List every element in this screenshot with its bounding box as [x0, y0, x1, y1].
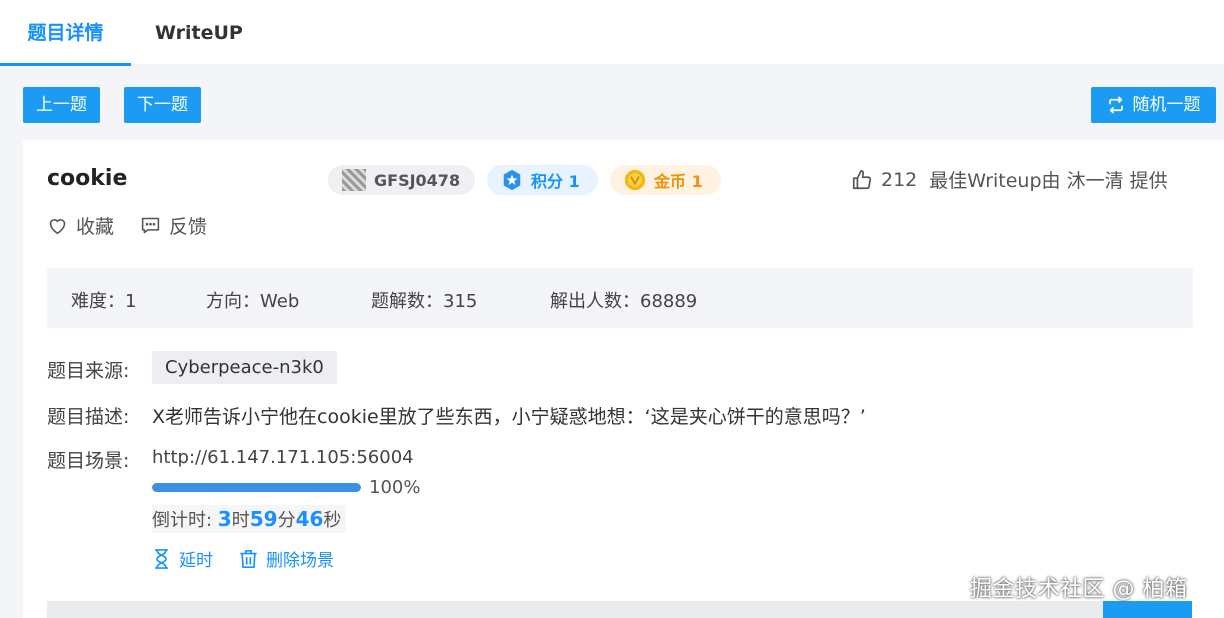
shuffle-icon [1108, 96, 1123, 114]
likes-section: 212 最佳Writeup由 沐一清 提供 [851, 166, 1168, 193]
coin-badge: 金币 1 [610, 165, 721, 195]
scene-progress-text: 100% [369, 477, 421, 498]
challenge-title: cookie [47, 166, 128, 191]
challenge-card: cookie GFSJ0478 积分 1 金币 1 212 最佳Writeup由… [23, 140, 1224, 618]
heart-icon [49, 219, 66, 235]
flag-input-field[interactable] [47, 601, 1107, 618]
trash-icon [240, 549, 257, 568]
tab-challenge-details[interactable]: 题目详情 [0, 0, 131, 66]
thumbs-up-icon[interactable] [851, 169, 873, 191]
description-text: X老师告诉小宁他在cookie里放了些东西，小宁疑惑地想：‘这是夹心饼干的意思吗… [152, 406, 866, 428]
scene-progress-fill [152, 483, 361, 492]
scene-progress-bar [152, 483, 361, 492]
coin-text: 金币 1 [654, 172, 703, 191]
tab-writeup[interactable]: WriteUP [155, 0, 243, 66]
watermark: 掘金技术社区 @ 柏箱 [970, 577, 1188, 602]
challenge-actions: 收藏 反馈 [47, 212, 207, 239]
submit-flag-button[interactable] [1103, 601, 1192, 618]
random-challenge-button[interactable]: 随机一题 [1091, 87, 1216, 123]
solves-stat: 题解数：315 [371, 291, 478, 312]
difficulty-stat: 难度：1 [71, 291, 137, 312]
next-challenge-button[interactable]: 下一题 [124, 87, 201, 123]
direction-stat: 方向：Web [206, 291, 300, 312]
delete-scene-button[interactable]: 删除场景 [239, 546, 334, 571]
score-text: 积分 1 [531, 172, 580, 191]
countdown-minutes-unit: 分 [277, 510, 296, 531]
countdown-seconds-unit: 秒 [323, 510, 342, 531]
random-challenge-label: 随机一题 [1132, 95, 1201, 115]
extend-time-label: 延时 [179, 551, 213, 571]
challenge-id-text: GFSJ0478 [374, 170, 461, 190]
extend-time-button[interactable]: 延时 [152, 546, 213, 571]
favorite-button[interactable]: 收藏 [47, 212, 114, 239]
favorite-label: 收藏 [76, 216, 115, 238]
score-badge: 积分 1 [487, 165, 598, 195]
best-writeup-text[interactable]: 最佳Writeup由 沐一清 提供 [929, 166, 1167, 193]
prev-challenge-button[interactable]: 上一题 [23, 87, 100, 123]
score-star-icon [503, 169, 521, 191]
scene-actions: 延时 删除场景 [152, 546, 334, 571]
description-label: 题目描述: [47, 406, 130, 428]
countdown-seconds: 46 [295, 507, 324, 531]
tab-bar: 题目详情 WriteUP [0, 0, 1224, 66]
feedback-icon [141, 217, 160, 234]
source-label: 题目来源: [47, 360, 130, 382]
coin-icon [624, 169, 646, 191]
feedback-label: 反馈 [169, 216, 208, 238]
hourglass-icon [155, 548, 168, 569]
solvers-stat: 解出人数：68889 [550, 291, 698, 312]
likes-count: 212 [881, 168, 918, 191]
countdown-timer: 倒计时: 3时59分46秒 [152, 505, 347, 533]
stats-panel: 难度：1 方向：Web 题解数：315 解出人数：68889 [47, 268, 1193, 328]
feedback-button[interactable]: 反馈 [140, 212, 207, 239]
countdown-hours: 3 [217, 507, 232, 531]
challenge-id-badge: GFSJ0478 [328, 165, 475, 195]
source-tag: Cyberpeace-n3k0 [152, 351, 337, 384]
scene-url[interactable]: http://61.147.171.105:56004 [152, 447, 414, 468]
delete-scene-label: 删除场景 [266, 551, 334, 571]
countdown-hours-unit: 时 [231, 510, 250, 531]
challenge-avatar-icon [342, 169, 366, 191]
countdown-prefix: 倒计时: [152, 510, 218, 531]
scene-label: 题目场景: [47, 450, 130, 472]
countdown-minutes: 59 [249, 507, 278, 531]
